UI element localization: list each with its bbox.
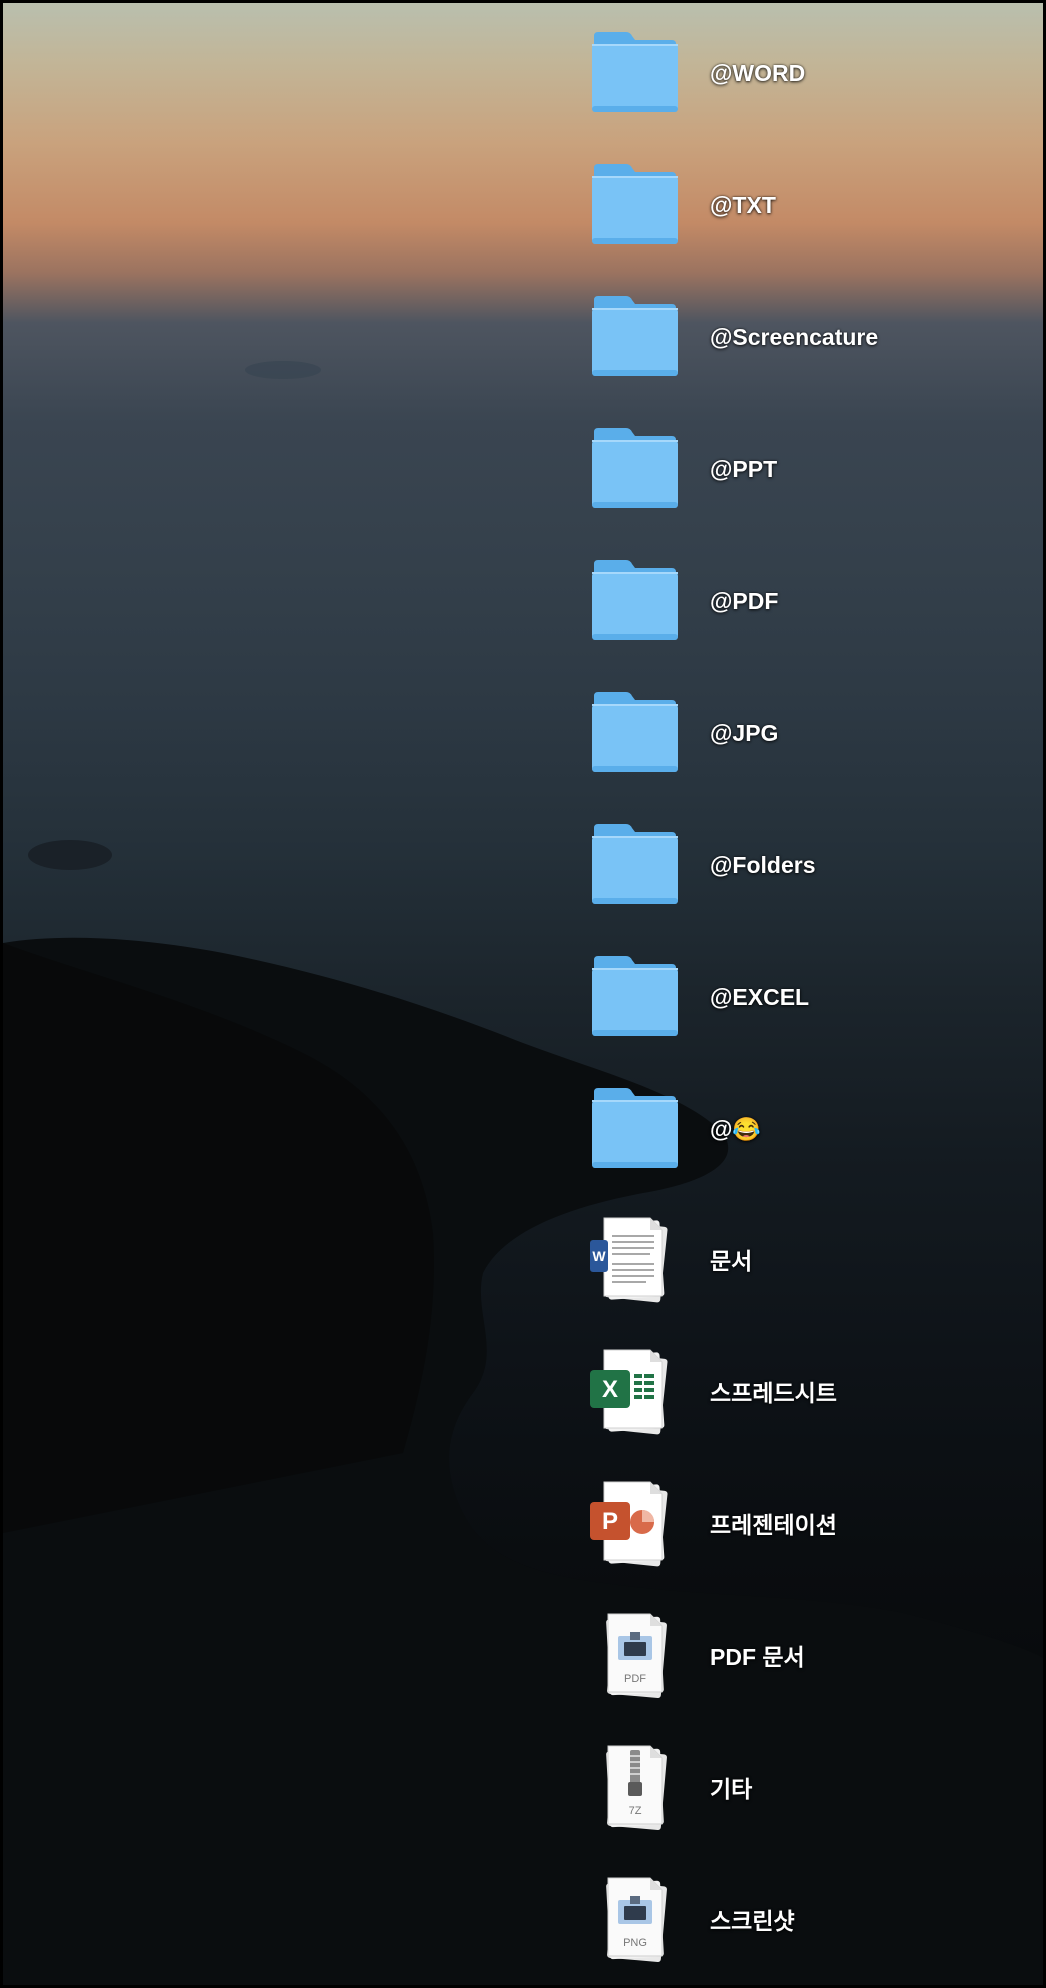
svg-text:7Z: 7Z <box>629 1805 642 1817</box>
folder-icon <box>592 824 678 904</box>
item-label: @😂 <box>710 1116 762 1142</box>
item-label: @EXCEL <box>710 984 810 1010</box>
desktop-stack-spreadsheets[interactable]: X 스프레드시트 <box>580 1338 1040 1448</box>
desktop-stack-other[interactable]: 7Z 기타 <box>580 1734 1040 1844</box>
svg-text:P: P <box>602 1508 618 1535</box>
desktop-item-excel-folder[interactable]: @EXCEL <box>580 942 1040 1052</box>
folder-icon <box>592 164 678 244</box>
desktop-stack-pdf-documents[interactable]: PDF PDF 문서 <box>580 1602 1040 1712</box>
item-label: 스프레드시트 <box>710 1380 837 1406</box>
desktop-stack-presentations[interactable]: P 프레젠테이션 <box>580 1470 1040 1580</box>
svg-text:PDF: PDF <box>624 1673 646 1685</box>
pdf-document-stack-icon: PDF <box>606 1613 667 1699</box>
item-label: 프레젠테이션 <box>710 1512 837 1538</box>
desktop-item-pdf-folder[interactable]: @PDF <box>580 546 1040 656</box>
svg-text:PNG: PNG <box>623 1937 647 1949</box>
desktop-item-jpg-folder[interactable]: @JPG <box>580 678 1040 788</box>
folder-icon <box>592 32 678 112</box>
folder-icon <box>592 428 678 508</box>
item-label: @PPT <box>710 456 778 482</box>
folder-icon <box>592 296 678 376</box>
png-screenshot-stack-icon: PNG <box>606 1877 667 1963</box>
desktop-item-emoji-folder[interactable]: @😂 <box>580 1074 1040 1184</box>
item-label: @Screencature <box>710 324 879 350</box>
item-label: @Folders <box>710 852 816 878</box>
desktop-item-ppt-folder[interactable]: @PPT <box>580 414 1040 524</box>
svg-text:W: W <box>592 1248 606 1264</box>
item-label: @TXT <box>710 192 776 218</box>
desktop-item-word-folder[interactable]: @WORD <box>580 18 1040 128</box>
archive-7z-stack-icon: 7Z <box>606 1745 667 1831</box>
item-label: PDF 문서 <box>710 1644 805 1670</box>
item-label: @PDF <box>710 588 779 614</box>
folder-icon <box>592 560 678 640</box>
folder-icon <box>592 692 678 772</box>
desktop-icon-column: @WORD @TXT @Screencature @PPT @PDF @JPG … <box>0 0 1046 1988</box>
folder-icon <box>592 956 678 1036</box>
desktop-item-screencature-folder[interactable]: @Screencature <box>580 282 1040 392</box>
word-document-stack-icon: W <box>590 1217 668 1303</box>
item-label: @WORD <box>710 60 806 86</box>
desktop-stack-documents[interactable]: W 문서 <box>580 1206 1040 1316</box>
desktop-stack-screenshots[interactable]: PNG 스크린샷 <box>580 1866 1040 1976</box>
desktop-item-txt-folder[interactable]: @TXT <box>580 150 1040 260</box>
desktop-item-folders-folder[interactable]: @Folders <box>580 810 1040 920</box>
item-label: 문서 <box>710 1248 753 1274</box>
svg-text:X: X <box>602 1376 618 1403</box>
excel-spreadsheet-stack-icon: X <box>590 1349 668 1435</box>
item-label: 기타 <box>710 1776 753 1802</box>
item-label: 스크린샷 <box>710 1908 795 1934</box>
powerpoint-presentation-stack-icon: P <box>590 1481 668 1567</box>
item-label: @JPG <box>710 720 779 746</box>
folder-icon <box>592 1088 678 1168</box>
